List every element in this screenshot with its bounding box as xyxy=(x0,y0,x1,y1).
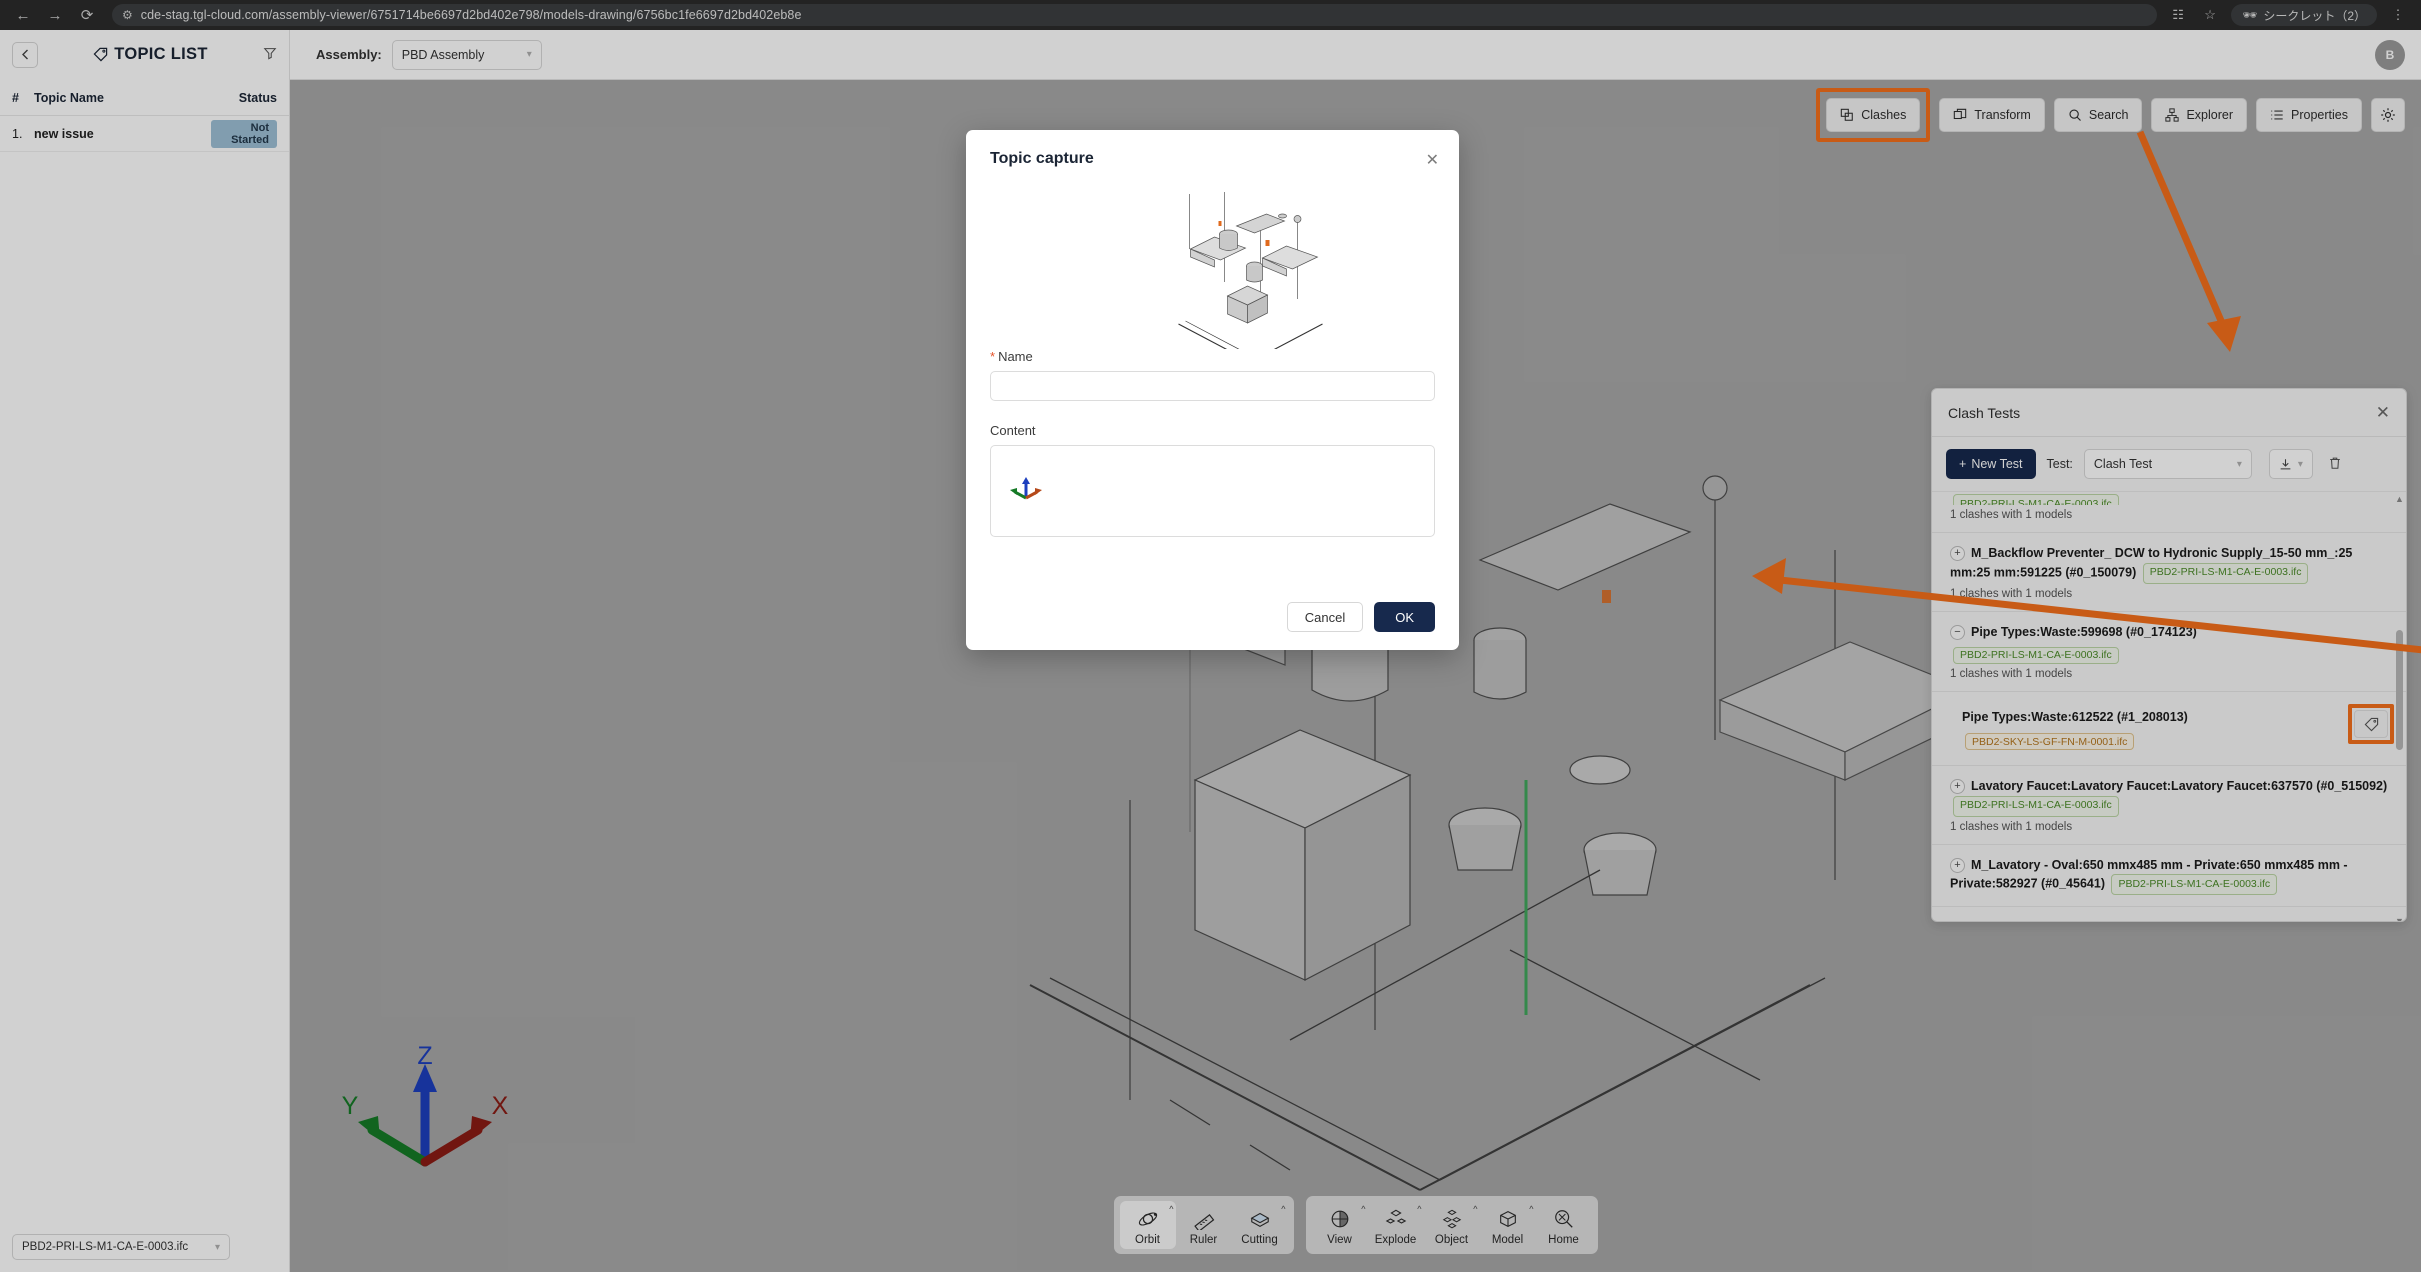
cancel-button[interactable]: Cancel xyxy=(1286,602,1364,632)
capture-axis-gizmo xyxy=(1010,477,1042,500)
name-field-group: * Name xyxy=(990,349,1435,401)
capture-preview-image xyxy=(1178,192,1323,363)
required-mark: * xyxy=(990,349,996,364)
modal-footer: Cancel OK xyxy=(1286,602,1435,632)
content-label: Content xyxy=(990,423,1036,438)
name-label-text: Name xyxy=(998,349,1033,364)
name-input[interactable] xyxy=(990,371,1435,401)
content-field-group: Content xyxy=(990,423,1435,542)
ok-button[interactable]: OK xyxy=(1374,602,1435,632)
topic-capture-modal: Topic capture ✕ * Name Content Cancel OK xyxy=(966,130,1459,650)
content-textarea[interactable] xyxy=(990,445,1435,537)
capture-preview xyxy=(990,174,1435,500)
name-label: * Name xyxy=(990,349,1435,364)
close-icon[interactable]: ✕ xyxy=(1426,150,1439,170)
modal-title: Topic capture xyxy=(990,150,1094,167)
